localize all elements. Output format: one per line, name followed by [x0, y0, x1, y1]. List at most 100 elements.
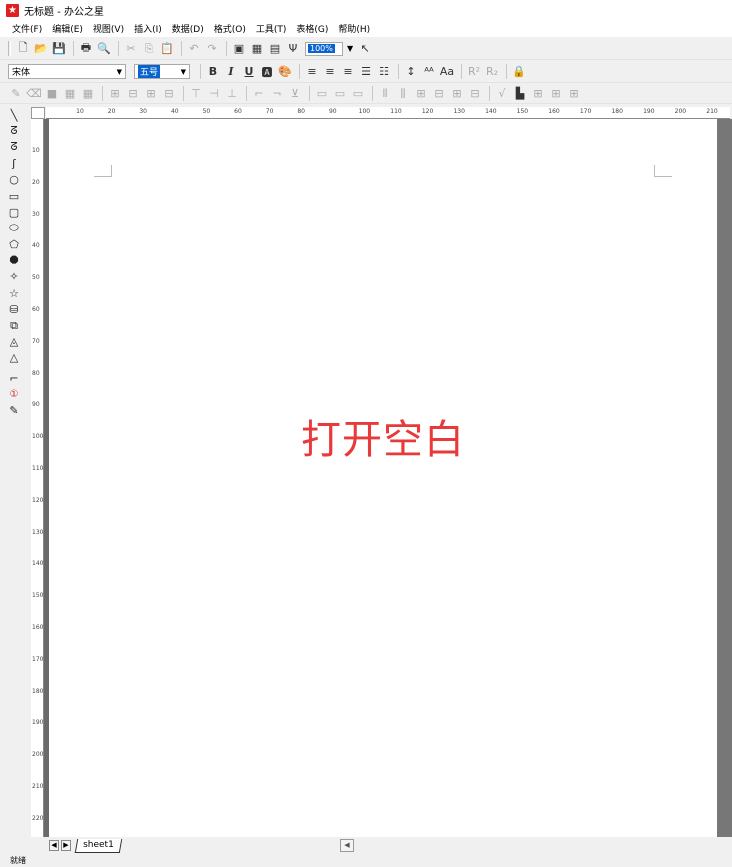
- line-tool-icon[interactable]: ╲: [0, 107, 28, 123]
- chart-icon[interactable]: ▙: [512, 86, 528, 102]
- superscript-icon[interactable]: R²: [466, 64, 482, 80]
- curve-tool-icon[interactable]: ʃ: [0, 156, 28, 172]
- table-props-icon[interactable]: ⊞: [530, 86, 546, 102]
- insert-column-icon[interactable]: ⊟: [161, 86, 177, 102]
- next-sheet-icon[interactable]: ▶: [61, 840, 71, 851]
- undo-icon[interactable]: ↶: [186, 41, 202, 57]
- ruler-corner[interactable]: [31, 107, 45, 119]
- insert-chart-icon[interactable]: ▤: [267, 41, 283, 57]
- new-file-icon[interactable]: 🗋: [15, 41, 31, 57]
- star-tool-icon[interactable]: ☆: [0, 285, 28, 301]
- cell-middle-icon[interactable]: ¬: [269, 86, 285, 102]
- table-style-2-icon[interactable]: ▭: [332, 86, 348, 102]
- menu-help[interactable]: 帮助(H): [338, 22, 370, 35]
- vertical-scrollbar[interactable]: [717, 119, 732, 837]
- fill-icon[interactable]: ■: [44, 86, 60, 102]
- justify-icon[interactable]: ☰: [358, 64, 374, 80]
- pointer-icon[interactable]: ↖: [357, 41, 373, 57]
- cell-top-icon[interactable]: ⌐: [251, 86, 267, 102]
- char-spacing-icon[interactable]: ᴬᴬ: [421, 64, 437, 80]
- italic-button[interactable]: I: [223, 64, 239, 80]
- align-right-icon[interactable]: ≡: [340, 64, 356, 80]
- cylinder-tool-icon[interactable]: ⛁: [0, 301, 28, 317]
- cell-bottom-icon[interactable]: ⊻: [287, 86, 303, 102]
- menu-file[interactable]: 文件(F): [12, 22, 42, 35]
- menu-edit[interactable]: 编辑(E): [52, 22, 83, 35]
- table-grid-icon[interactable]: ⊞: [548, 86, 564, 102]
- table-style-1-icon[interactable]: ▭: [314, 86, 330, 102]
- open-folder-icon[interactable]: 📂: [33, 41, 49, 57]
- autofit-icon[interactable]: ⊟: [467, 86, 483, 102]
- menu-data[interactable]: 数据(D): [172, 22, 204, 35]
- cone-tool-icon[interactable]: △: [0, 350, 28, 366]
- lock-icon[interactable]: 🔒: [511, 64, 527, 80]
- menu-format[interactable]: 格式(O): [214, 22, 246, 35]
- table-more-icon[interactable]: ⊞: [566, 86, 582, 102]
- print-preview-icon[interactable]: 🔍: [96, 41, 112, 57]
- paste-icon[interactable]: 📋: [159, 41, 175, 57]
- line-spacing-icon[interactable]: ↕: [403, 64, 419, 80]
- align-middle-icon[interactable]: ⊣: [206, 86, 222, 102]
- menu-table[interactable]: 表格(G): [296, 22, 328, 35]
- distribute-icon[interactable]: ☷: [376, 64, 392, 80]
- align-bottom-icon[interactable]: ⊥: [224, 86, 240, 102]
- border-icon[interactable]: ▦: [62, 86, 78, 102]
- table-style-3-icon[interactable]: ▭: [350, 86, 366, 102]
- split-cells-icon[interactable]: ⊟: [125, 86, 141, 102]
- octagon-tool-icon[interactable]: ⯃: [0, 253, 28, 269]
- distribute-col-icon[interactable]: ⊞: [413, 86, 429, 102]
- insert-symbol-icon[interactable]: Ψ: [285, 41, 301, 57]
- document-canvas[interactable]: 打开空白: [49, 119, 717, 837]
- circle-tool-icon[interactable]: ○: [0, 172, 28, 188]
- fit-table-icon[interactable]: ⊞: [449, 86, 465, 102]
- subscript-icon[interactable]: R₂: [484, 64, 500, 80]
- char-scale-icon[interactable]: Aa: [439, 64, 455, 80]
- rounded-rect-tool-icon[interactable]: ▢: [0, 204, 28, 220]
- row-height-icon[interactable]: ⫼: [395, 86, 411, 102]
- menu-insert[interactable]: 插入(I): [134, 22, 162, 35]
- merge-cells-icon[interactable]: ⊞: [107, 86, 123, 102]
- cut-icon[interactable]: ✂: [123, 41, 139, 57]
- pen-icon[interactable]: ✎: [8, 86, 24, 102]
- scrollbar-track[interactable]: [717, 119, 732, 837]
- pyramid-tool-icon[interactable]: ◬: [0, 334, 28, 350]
- highlight-icon[interactable]: 🎨: [277, 64, 293, 80]
- polygon-tool-icon[interactable]: ᘔ: [0, 139, 28, 155]
- pentagon-tool-icon[interactable]: ⬠: [0, 237, 28, 253]
- scroll-left-icon[interactable]: ◀: [340, 839, 354, 852]
- distribute-row-icon[interactable]: ⊟: [431, 86, 447, 102]
- zoom-select[interactable]: 100%: [305, 41, 343, 56]
- sheet-tab[interactable]: sheet1: [74, 839, 122, 853]
- formula-icon[interactable]: √: [494, 86, 510, 102]
- align-left-icon[interactable]: ≡: [304, 64, 320, 80]
- insert-table-icon[interactable]: ▦: [249, 41, 265, 57]
- align-center-icon[interactable]: ≡: [322, 64, 338, 80]
- insert-image-icon[interactable]: ▣: [231, 41, 247, 57]
- ellipse-tool-icon[interactable]: ⬭: [0, 220, 28, 236]
- save-icon[interactable]: 💾: [51, 41, 67, 57]
- rectangle-tool-icon[interactable]: ▭: [0, 188, 28, 204]
- pencil-tool-icon[interactable]: ✎: [0, 402, 28, 418]
- four-star-tool-icon[interactable]: ✧: [0, 269, 28, 285]
- menu-view[interactable]: 视图(V): [93, 22, 124, 35]
- print-icon[interactable]: 🖶: [78, 41, 94, 57]
- polyline-tool-icon[interactable]: ᘔ: [0, 123, 28, 139]
- prev-sheet-icon[interactable]: ◀: [49, 840, 59, 851]
- insert-row-icon[interactable]: ⊞: [143, 86, 159, 102]
- menu-tools[interactable]: 工具(T): [256, 22, 287, 35]
- callout-tool-icon[interactable]: ⌐: [0, 370, 28, 386]
- redo-icon[interactable]: ↷: [204, 41, 220, 57]
- font-name-select[interactable]: 宋体 ▼: [8, 64, 126, 79]
- cube-tool-icon[interactable]: ⧉: [0, 317, 28, 333]
- horizontal-ruler[interactable]: 10 20 30 40 50 60 70 80 90 100 110 120 130 140 150 160 1…: [46, 107, 730, 119]
- grid-icon[interactable]: ▦: [80, 86, 96, 102]
- eraser-icon[interactable]: ⌫: [26, 86, 42, 102]
- bold-button[interactable]: B: [205, 64, 221, 80]
- copy-icon[interactable]: ⎘: [141, 41, 157, 57]
- numbered-circle-tool-icon[interactable]: ①: [0, 386, 28, 402]
- align-top-icon[interactable]: ⊤: [188, 86, 204, 102]
- col-width-icon[interactable]: ⫴: [377, 86, 393, 102]
- underline-button[interactable]: U: [241, 64, 257, 80]
- font-size-select[interactable]: 五号 ▼: [134, 64, 190, 79]
- font-color-icon[interactable]: 🅰: [259, 64, 275, 80]
